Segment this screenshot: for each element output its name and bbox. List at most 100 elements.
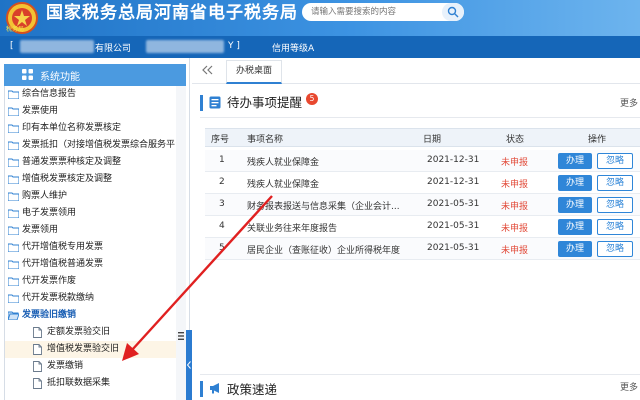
tree-item-label: 综合信息报告 bbox=[22, 89, 77, 99]
folder-icon bbox=[8, 124, 19, 133]
todo-panel-title: 待办事项提醒 bbox=[227, 95, 303, 110]
search-box[interactable] bbox=[302, 3, 464, 21]
search-input[interactable] bbox=[302, 3, 432, 21]
handle-button[interactable]: 办理 bbox=[558, 219, 592, 235]
tree-item-general-invoice-type[interactable]: 普通发票票种核定及调整 bbox=[5, 154, 176, 171]
row-status: 未申报 bbox=[501, 246, 529, 256]
double-chevron-left-icon bbox=[202, 65, 213, 75]
tree-item-invoice-deduction[interactable]: 发票抵扣（对接增值税发票综合服务平台） bbox=[5, 137, 176, 154]
tax-code-suffix: Y ] bbox=[228, 41, 240, 51]
tree-item-vat-general-invoice-issue[interactable]: 代开增值税普通发票 bbox=[5, 256, 176, 273]
tree-item-quota-invoice-verify[interactable]: 定额发票验交旧 bbox=[5, 324, 176, 341]
tab-scroll-left-button[interactable] bbox=[196, 62, 220, 80]
folder-icon bbox=[8, 141, 19, 150]
tree-item-issued-invoice-tax-payment[interactable]: 代开发票税款缴纳 bbox=[5, 290, 176, 307]
todo-panel-header: 待办事项提醒 bbox=[200, 88, 640, 118]
folder-icon bbox=[8, 158, 19, 167]
row-status: 未申报 bbox=[501, 158, 529, 168]
col-header-no: 序号 bbox=[211, 135, 230, 145]
ignore-button[interactable]: 忽略 bbox=[597, 175, 633, 191]
handle-button[interactable]: 办理 bbox=[558, 175, 592, 191]
tree-item-label: 代开发票税款缴纳 bbox=[22, 293, 95, 303]
table-row: 2 残疾人就业保障金 2021-12-31 未申报 办理 忽略 bbox=[205, 172, 640, 194]
policy-panel-header: 政策速递 bbox=[200, 374, 640, 400]
tree-item-invoice-claim[interactable]: 发票领用 bbox=[5, 222, 176, 239]
ignore-button[interactable]: 忽略 bbox=[597, 153, 633, 169]
chevron-left-icon bbox=[187, 361, 191, 369]
table-row: 4 关联业务往来年度报告 2021-05-31 未申报 办理 忽略 bbox=[205, 216, 640, 238]
tree-item-label: 增值税发票验交旧 bbox=[47, 344, 120, 354]
row-name: 居民企业（查账征收）企业所得税年度 bbox=[247, 246, 401, 256]
tree-item-label: 抵扣联数据采集 bbox=[47, 378, 111, 388]
logo-text: 税务局 bbox=[6, 26, 25, 33]
tree-item-purchaser-maintenance[interactable]: 购票人维护 bbox=[5, 188, 176, 205]
col-header-status: 状态 bbox=[506, 135, 525, 145]
open-folder-icon bbox=[8, 311, 19, 320]
folder-icon bbox=[8, 209, 19, 218]
policy-more-link[interactable]: 更多 bbox=[620, 380, 638, 393]
tree-item-label: 印有本单位名称发票核定 bbox=[22, 123, 122, 133]
row-name: 残疾人就业保障金 bbox=[247, 158, 320, 168]
tree-item-label: 普通发票票种核定及调整 bbox=[22, 157, 122, 167]
row-date: 2021-12-31 bbox=[427, 177, 480, 187]
handle-button[interactable]: 办理 bbox=[558, 153, 592, 169]
todo-more-link[interactable]: 更多 bbox=[620, 96, 638, 109]
tree-item-label: 电子发票领用 bbox=[22, 208, 77, 218]
tree-item-vat-special-invoice-issue[interactable]: 代开增值税专用发票 bbox=[5, 239, 176, 256]
tree-item-invoice-use[interactable]: 发票使用 bbox=[5, 103, 176, 120]
folder-icon bbox=[8, 192, 19, 201]
row-name: 关联业务往来年度报告 bbox=[247, 224, 338, 234]
ignore-button[interactable]: 忽略 bbox=[597, 241, 633, 257]
tab-tax-desktop[interactable]: 办税桌面 bbox=[226, 60, 282, 84]
sidebar-collapse-handle[interactable] bbox=[186, 330, 192, 400]
megaphone-icon bbox=[210, 383, 219, 394]
sidebar-scrollbar[interactable] bbox=[176, 86, 186, 400]
document-icon bbox=[33, 327, 42, 338]
folder-icon bbox=[8, 277, 19, 286]
tree-item-label: 代开发票作废 bbox=[22, 276, 77, 286]
company-suffix: 有限公司 bbox=[95, 44, 132, 54]
top-banner: 税务局 国家税务总局河南省电子税务局 bbox=[0, 0, 640, 36]
search-button[interactable] bbox=[442, 3, 464, 21]
row-no: 4 bbox=[219, 221, 225, 231]
tree-item-named-invoice-approval[interactable]: 印有本单位名称发票核定 bbox=[5, 120, 176, 137]
section-accent-bar bbox=[200, 95, 203, 111]
grid-icon bbox=[22, 69, 33, 80]
tree-item-comprehensive-report[interactable]: 综合信息报告 bbox=[5, 86, 176, 103]
ignore-button[interactable]: 忽略 bbox=[597, 197, 633, 213]
row-name: 财务报表报送与信息采集（企业会计... bbox=[247, 202, 400, 212]
redacted-company-name bbox=[20, 40, 94, 53]
tree-item-vat-invoice-verify[interactable]: 增值税发票验交旧 bbox=[5, 341, 176, 358]
tree-item-issued-invoice-void[interactable]: 代开发票作废 bbox=[5, 273, 176, 290]
table-header: 序号 事项名称 日期 状态 操作 bbox=[205, 128, 640, 147]
tree-item-vat-invoice-approval[interactable]: 增值税发票核定及调整 bbox=[5, 171, 176, 188]
row-status: 未申报 bbox=[501, 202, 529, 212]
row-date: 2021-05-31 bbox=[427, 221, 480, 231]
function-tree: 综合信息报告 发票使用 印有本单位名称发票核定 发票抵扣（对接增值税发票综合服务… bbox=[4, 86, 176, 400]
document-icon bbox=[33, 378, 42, 389]
tree-item-invoice-cancel[interactable]: 发票缴销 bbox=[5, 358, 176, 375]
info-bracket-open: [ bbox=[10, 41, 14, 51]
ignore-button[interactable]: 忽略 bbox=[597, 219, 633, 235]
tree-item-invoice-verify-cancel[interactable]: 发票验旧缴销 bbox=[5, 307, 176, 324]
folder-icon bbox=[8, 226, 19, 235]
tree-item-label: 增值税发票核定及调整 bbox=[22, 174, 113, 184]
handle-button[interactable]: 办理 bbox=[558, 241, 592, 257]
folder-icon bbox=[8, 107, 19, 116]
tree-item-e-invoice-claim[interactable]: 电子发票领用 bbox=[5, 205, 176, 222]
folder-icon bbox=[8, 175, 19, 184]
todo-count-badge: 5 bbox=[306, 93, 318, 105]
search-icon bbox=[447, 6, 459, 18]
handle-button[interactable]: 办理 bbox=[558, 197, 592, 213]
row-date: 2021-12-31 bbox=[427, 155, 480, 165]
tree-item-label: 代开增值税普通发票 bbox=[22, 259, 104, 269]
taxpayer-info-bar: [ 有限公司 Y ] 信用等级A bbox=[0, 36, 640, 58]
row-no: 5 bbox=[219, 243, 225, 253]
sidebar-header[interactable]: 系统功能 bbox=[4, 64, 186, 86]
tree-item-deduction-data-collection[interactable]: 抵扣联数据采集 bbox=[5, 375, 176, 392]
row-no: 3 bbox=[219, 199, 225, 209]
row-date: 2021-05-31 bbox=[427, 243, 480, 253]
table-row: 3 财务报表报送与信息采集（企业会计... 2021-05-31 未申报 办理 … bbox=[205, 194, 640, 216]
document-icon bbox=[33, 361, 42, 372]
row-no: 2 bbox=[219, 177, 225, 187]
